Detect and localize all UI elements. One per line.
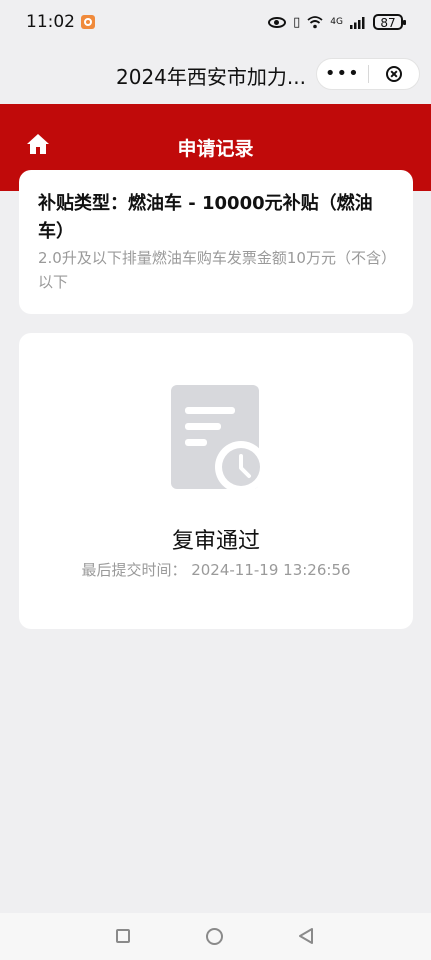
close-button[interactable] xyxy=(368,66,419,82)
eye-icon xyxy=(268,16,287,28)
system-nav-bar xyxy=(0,913,431,960)
status-right: ▯ 4G 87 xyxy=(268,14,406,30)
last-submit-time: 最后提交时间： 2024-11-19 13:26:56 xyxy=(81,561,351,579)
mini-program-titlebar: 2024年西安市加力... ••• xyxy=(0,44,431,104)
wifi-icon xyxy=(307,15,323,28)
review-status-text: 复审通过 xyxy=(171,529,260,554)
application-info-card: 补贴类型：燃油车 - 10000元补贴（燃油车） 2.0升及以下排量燃油车购车发… xyxy=(19,170,413,314)
page-title: 2024年西安市加力... xyxy=(116,65,306,89)
battery-indicator: 87 xyxy=(373,14,406,30)
document-clock-icon xyxy=(171,385,267,493)
header-title: 申请记录 xyxy=(177,138,254,160)
recent-apps-button[interactable] xyxy=(116,929,130,943)
app-notification-icon xyxy=(81,15,95,29)
close-icon xyxy=(385,66,402,82)
home-button[interactable] xyxy=(206,928,223,945)
subsidy-description: 2.0升及以下排量燃油车购车发票金额10万元（不含）以下 xyxy=(38,249,396,291)
capsule-menu: ••• xyxy=(316,58,420,90)
subsidy-type: 补贴类型：燃油车 - 10000元补贴（燃油车） xyxy=(38,193,373,242)
vibrate-icon: ▯ xyxy=(293,14,301,30)
back-button[interactable] xyxy=(297,927,315,945)
status-left: 11:02 xyxy=(26,12,95,32)
review-status-card: 复审通过 最后提交时间： 2024-11-19 13:26:56 xyxy=(19,333,413,629)
network-type: 4G xyxy=(330,17,343,27)
more-button[interactable]: ••• xyxy=(317,59,368,89)
signal-icon xyxy=(350,16,365,29)
clock: 11:02 xyxy=(26,12,75,32)
status-bar: 11:02 ▯ 4G 87 xyxy=(0,0,431,44)
